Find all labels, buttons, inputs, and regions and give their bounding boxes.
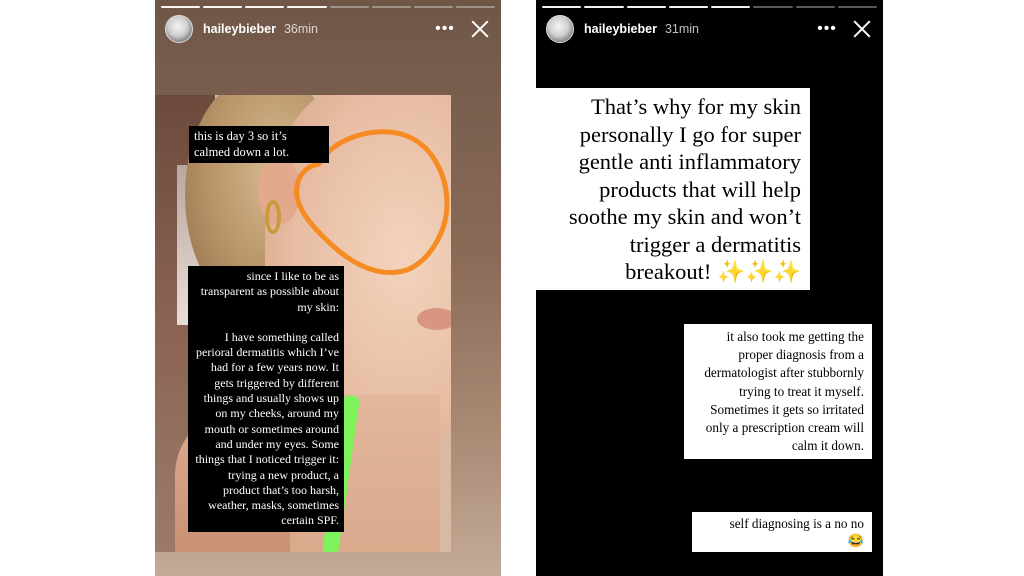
story-header: haileybieber 31min ••• bbox=[546, 14, 873, 44]
timestamp: 31min bbox=[664, 22, 699, 36]
laughing-emoji-icon: 😂 bbox=[847, 533, 864, 548]
caption-day-3: this is day 3 so it’s calmed down a lot. bbox=[189, 126, 329, 163]
caption-diagnosis: it also took me getting the proper diagn… bbox=[684, 324, 872, 460]
caption-self-diagnosing-text: self diagnosing is a no no bbox=[729, 516, 864, 531]
caption-paragraph-2: I have something called perioral dermati… bbox=[195, 329, 339, 528]
close-icon[interactable] bbox=[851, 18, 873, 40]
story-left[interactable]: haileybieber 36min ••• this is day 3 so … bbox=[155, 0, 501, 576]
username[interactable]: haileybieber bbox=[584, 22, 657, 36]
timestamp: 36min bbox=[283, 22, 318, 36]
caption-day-3-text: this is day 3 so it’s calmed down a lot. bbox=[194, 129, 290, 159]
more-options-icon[interactable]: ••• bbox=[433, 21, 457, 37]
caption-skin-products: That’s why for my skin personally I go f… bbox=[536, 88, 810, 290]
story-progress-bar bbox=[542, 6, 877, 8]
earring bbox=[265, 200, 281, 234]
avatar[interactable] bbox=[546, 15, 574, 43]
story-header: haileybieber 36min ••• bbox=[165, 14, 491, 44]
caption-perioral-dermatitis: since I like to be as transparent as pos… bbox=[188, 266, 344, 532]
story-progress-bar bbox=[161, 6, 495, 8]
caption-skin-products-text: That’s why for my skin personally I go f… bbox=[568, 94, 801, 284]
avatar[interactable] bbox=[165, 15, 193, 43]
caption-self-diagnosing: self diagnosing is a no no 😂 bbox=[692, 512, 872, 552]
username[interactable]: haileybieber bbox=[203, 22, 276, 36]
close-icon[interactable] bbox=[469, 18, 491, 40]
sparkles-icon: ✨✨✨ bbox=[716, 259, 801, 284]
caption-paragraph-1: since I like to be as transparent as pos… bbox=[200, 269, 339, 314]
story-right[interactable]: haileybieber 31min ••• That’s why for my… bbox=[536, 0, 883, 576]
caption-diagnosis-text: it also took me getting the proper diagn… bbox=[704, 329, 864, 454]
more-options-icon[interactable]: ••• bbox=[815, 21, 839, 37]
